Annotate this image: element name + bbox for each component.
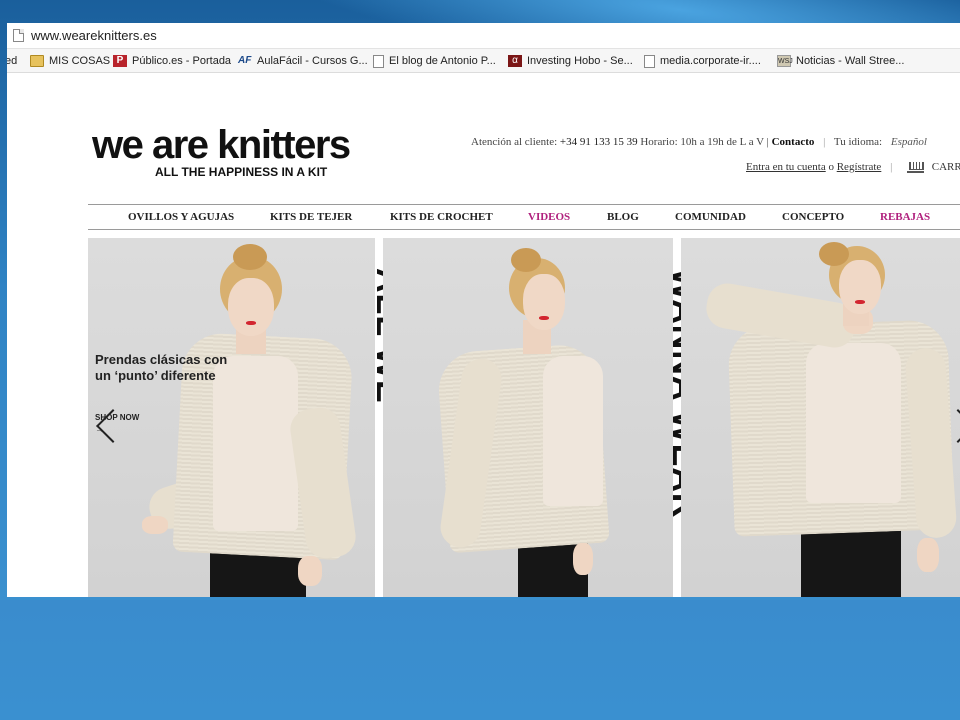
url-text[interactable]: www.weareknitters.es [31,28,157,43]
nav-item-comunidad[interactable]: COMUNIDAD [675,211,746,223]
cart-icon[interactable] [907,161,925,173]
bookmark-publico[interactable]: P Público.es - Portada [113,54,231,68]
nav-item-concepto[interactable]: CONCEPTO [782,211,844,223]
main-nav: OVILLOS Y AGUJAS KITS DE TEJER KITS DE C… [88,204,960,230]
customer-service-info: Atención al cliente: +34 91 133 15 39 Ho… [471,136,927,148]
model-figure [142,238,375,597]
folder-icon [30,55,44,67]
hero-photo-1: Prendas clásicas con un ‘punto’ diferent… [88,238,375,597]
hours-text: Horario: 10h a 19h de L a V | [640,136,769,148]
language-label: Tu idioma: [833,136,883,148]
separator: | [890,161,893,173]
document-icon [644,54,655,68]
contact-link[interactable]: Contacto [772,136,815,148]
bookmark-media-corporate[interactable]: media.corporate-ir.... [644,54,761,68]
site-logo[interactable]: we are knitters [92,125,351,165]
login-link[interactable]: Entra en tu cuenta [746,161,826,173]
bookmark-label: MIS COSAS [49,55,111,67]
nav-item-kits-de-tejer[interactable]: KITS DE TEJER [270,211,352,223]
bookmark-label: AulaFácil - Cursos G... [257,55,368,67]
model-figure [423,238,653,597]
bookmark-label: Público.es - Portada [132,55,232,67]
bookmark-folder-mis-cosas[interactable]: MIS COSAS [30,54,110,68]
nav-item-videos[interactable]: VIDEOS [528,211,570,223]
nav-item-ovillos-y-agujas[interactable]: OVILLOS Y AGUJAS [128,211,234,223]
bookmark-blog-antonio[interactable]: El blog de Antonio P... [373,54,496,68]
bookmark-label: El blog de Antonio P... [389,55,496,67]
bookmark-wsj[interactable]: WSJ Noticias - Wall Stree... [777,54,904,68]
cart-link[interactable]: CARRIT [932,161,960,173]
language-selector[interactable]: Español [891,136,927,148]
bookmark-label: Noticias - Wall Stree... [796,55,905,67]
bookmark-investing-hobo[interactable]: α Investing Hobo - Se... [508,54,633,68]
site-tagline: ALL THE HAPPINESS IN A KIT [155,165,328,179]
bookmark-item[interactable]: ed [7,54,17,68]
browser-screenshot: www.weareknitters.es ed MIS COSAS P Públ… [7,23,960,597]
register-link[interactable]: Regístrate [837,161,882,173]
hero-photo-3 [681,238,960,597]
hero-banner[interactable]: Prendas clásicas con un ‘punto’ diferent… [88,238,960,597]
hero-photo-2 [383,238,673,597]
bookmark-label: ed [7,55,18,67]
separator: | [823,136,826,148]
wsj-icon: WSJ [777,55,793,67]
bookmark-label: Investing Hobo - Se... [527,55,633,67]
alpha-icon: α [508,55,522,67]
phone-number: +34 91 133 15 39 [559,136,638,148]
bookmark-aulafacil[interactable]: AF AulaFácil - Cursos G... [238,54,368,68]
aulafacil-icon: AF [238,55,252,66]
bookmarks-bar: ed MIS COSAS P Público.es - Portada AF A… [7,49,960,73]
slide-footer-band [0,600,960,720]
attention-label: Atención al cliente: [471,136,558,148]
page-icon [13,29,24,42]
account-links: Entra en tu cuenta o Regístrate | CARRIT [746,161,960,173]
nav-item-kits-de-crochet[interactable]: KITS DE CROCHET [390,211,493,223]
hero-headline: Prendas clásicas con un ‘punto’ diferent… [95,352,228,383]
website: we are knitters ALL THE HAPPINESS IN A K… [7,73,960,597]
nav-item-rebajas[interactable]: REBAJAS [880,211,930,223]
document-icon [373,54,384,68]
address-bar[interactable]: www.weareknitters.es [7,23,960,49]
nav-item-blog[interactable]: BLOG [607,211,639,223]
or-text: o [828,161,834,173]
model-figure [703,238,960,597]
publico-icon: P [113,55,127,67]
bookmark-label: media.corporate-ir.... [660,55,761,67]
